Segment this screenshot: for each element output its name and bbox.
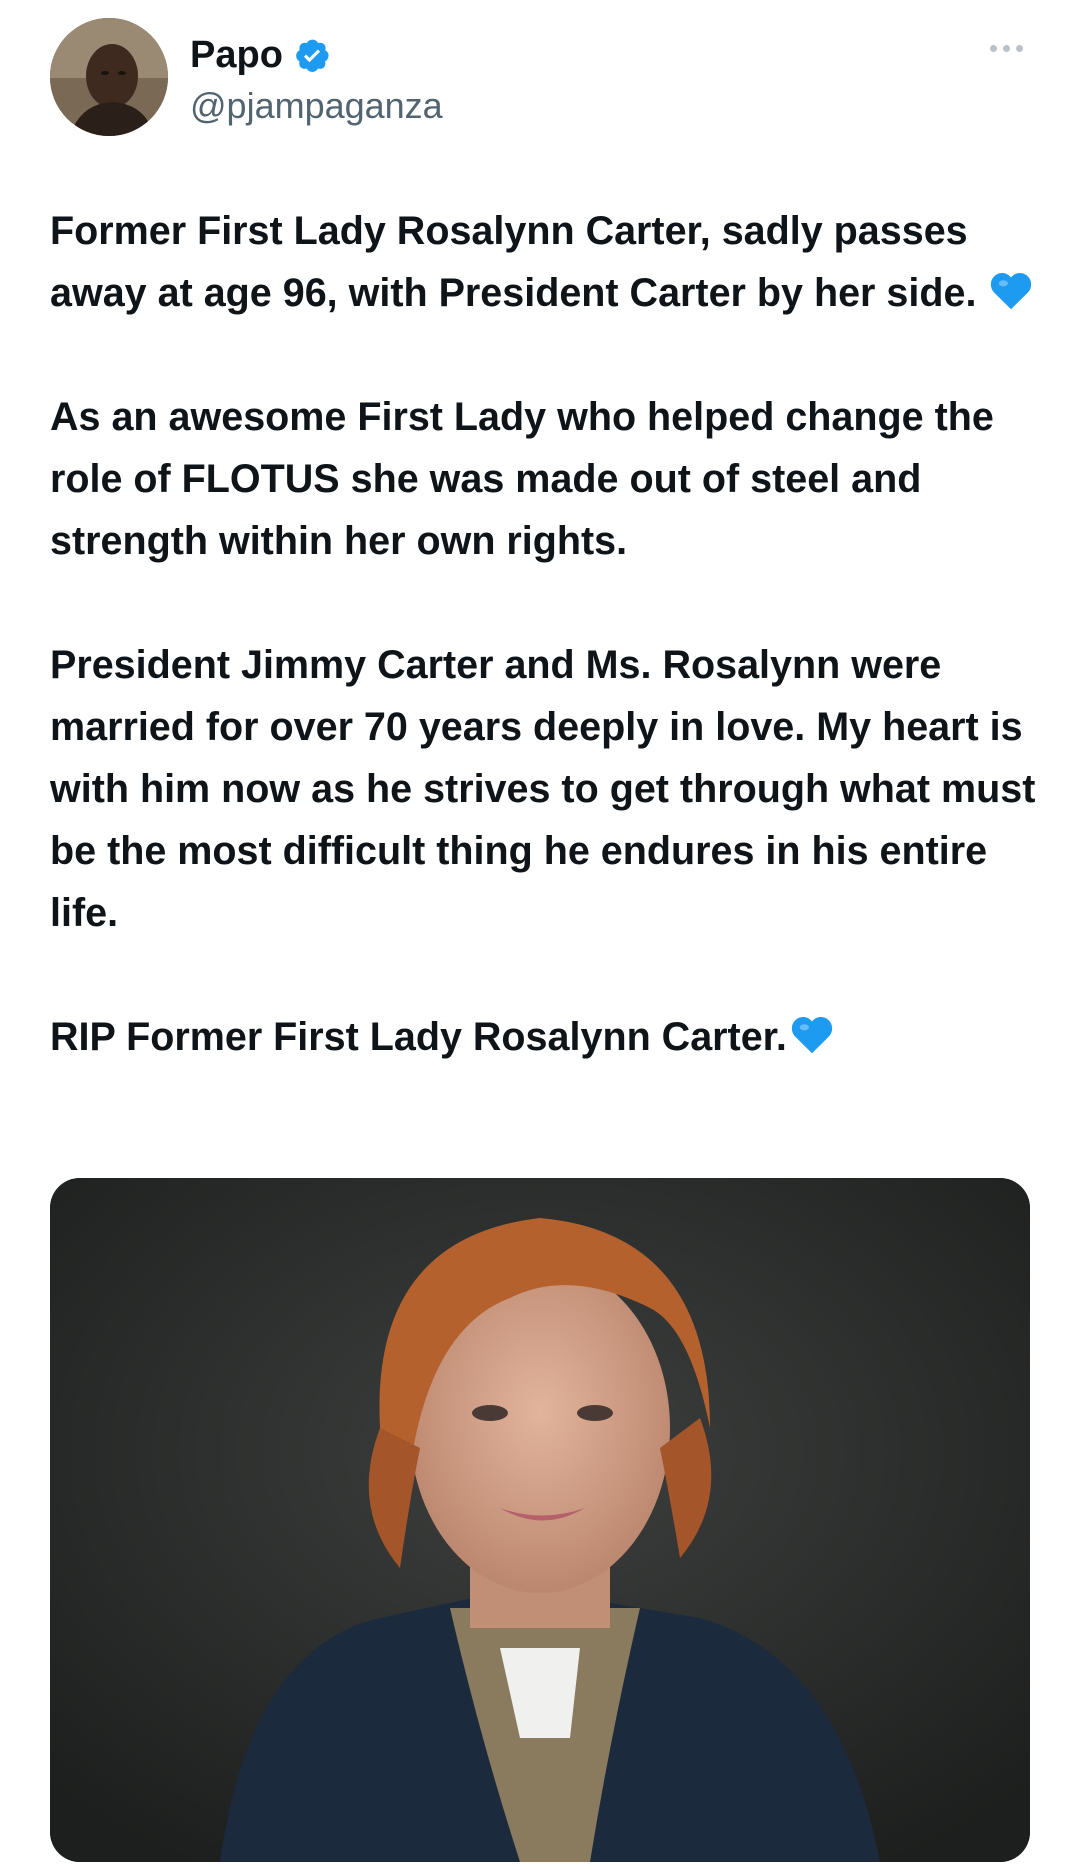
blue-heart-icon (988, 268, 1034, 314)
author-name-row: Papo (190, 32, 331, 78)
more-horizontal-icon[interactable] (990, 40, 1030, 56)
blue-heart-icon (789, 1012, 835, 1058)
more-dot (1003, 44, 1010, 52)
tweet: Papo @pjampaganza Former First Lady Rosa… (0, 0, 1080, 1870)
display-name[interactable]: Papo (190, 32, 283, 78)
tweet-paragraph: Former First Lady Rosalynn Carter, sadly… (50, 200, 1040, 324)
more-dot (990, 44, 997, 52)
tweet-paragraph: RIP Former First Lady Rosalynn Carter. (50, 1006, 1040, 1068)
tweet-header: Papo @pjampaganza (50, 18, 1030, 138)
more-dot (1016, 44, 1023, 52)
portrait-photo (50, 1178, 1030, 1862)
tweet-paragraph: As an awesome First Lady who helped chan… (50, 395, 994, 563)
tweet-paragraph-text: RIP Former First Lady Rosalynn Carter. (50, 1015, 787, 1059)
tweet-paragraph: President Jimmy Carter and Ms. Rosalynn … (50, 643, 1036, 935)
verified-badge-icon (293, 36, 331, 74)
tweet-paragraph-text: Former First Lady Rosalynn Carter, sadly… (50, 209, 977, 315)
avatar[interactable] (50, 18, 168, 136)
tweet-text: Former First Lady Rosalynn Carter, sadly… (50, 200, 1040, 1068)
author-handle[interactable]: @pjampaganza (190, 84, 443, 128)
tweet-photo[interactable] (50, 1178, 1030, 1862)
